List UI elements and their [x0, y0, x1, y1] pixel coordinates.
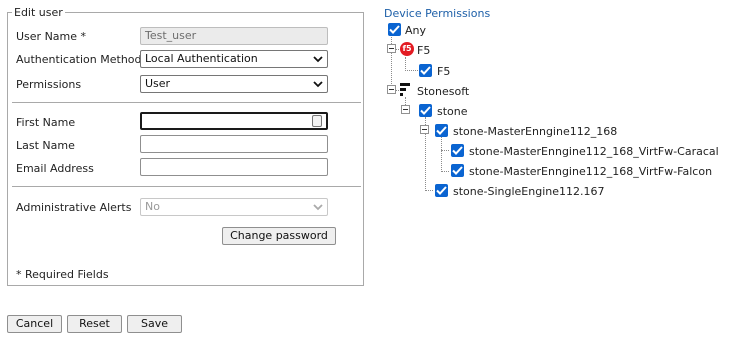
first-name-field[interactable] — [140, 112, 328, 130]
auth-method-value: Local Authentication — [145, 52, 258, 65]
email-field[interactable] — [140, 158, 328, 176]
email-label: Email Address — [16, 162, 94, 175]
required-note: * Required Fields — [16, 268, 109, 281]
chevron-down-icon — [313, 204, 323, 211]
tree-label-f5-group: F5 — [417, 44, 431, 57]
chevron-down-icon — [313, 81, 323, 88]
auth-method-label: Authentication Method — [16, 53, 142, 66]
f5-logo-icon: f5 — [400, 42, 414, 56]
admin-alerts-label: Administrative Alerts — [16, 201, 132, 214]
check-icon — [436, 186, 447, 195]
reset-button[interactable]: Reset — [67, 315, 122, 333]
check-icon — [420, 66, 431, 75]
permissions-select[interactable]: User — [140, 75, 328, 93]
stonesoft-logo-icon — [400, 83, 412, 97]
single-engine-checkbox[interactable] — [435, 184, 448, 197]
first-name-label: First Name — [16, 116, 76, 129]
tree-connector — [405, 70, 418, 71]
check-icon — [420, 106, 431, 115]
cancel-button[interactable]: Cancel — [7, 315, 62, 333]
check-icon — [452, 146, 463, 155]
virt-caracal-checkbox[interactable] — [451, 144, 464, 157]
tree-label-stonesoft: Stonesoft — [417, 85, 470, 98]
last-name-label: Last Name — [16, 139, 75, 152]
tree-label-virt-falcon: stone-MasterEnngine112_168_VirtFw-Falcon — [469, 165, 713, 178]
username-label: User Name * — [16, 30, 87, 43]
tree-label-any: Any — [405, 24, 427, 37]
fieldset-legend: Edit user — [12, 6, 65, 19]
permissions-value: User — [145, 77, 171, 90]
virt-falcon-checkbox[interactable] — [451, 164, 464, 177]
permissions-label: Permissions — [16, 78, 82, 91]
divider — [12, 186, 361, 187]
collapse-toggle-icon[interactable] — [401, 105, 410, 114]
tree-label-stone: stone — [437, 105, 468, 118]
save-button[interactable]: Save — [127, 315, 182, 333]
collapse-toggle-icon[interactable] — [420, 125, 429, 134]
collapse-toggle-icon[interactable] — [387, 85, 396, 94]
f5-device-checkbox[interactable] — [419, 64, 432, 77]
username-field: Test_user — [140, 27, 328, 45]
change-password-button[interactable]: Change password — [222, 227, 336, 245]
stone-checkbox[interactable] — [419, 104, 432, 117]
master-engine-checkbox[interactable] — [435, 124, 448, 137]
device-permissions-title: Device Permissions — [384, 7, 491, 20]
edit-user-fieldset: Edit user User Name * Test_user Authenti… — [7, 6, 364, 286]
tree-connector — [405, 57, 406, 71]
check-icon — [452, 166, 463, 175]
collapse-toggle-icon[interactable] — [387, 44, 396, 53]
last-name-field[interactable] — [140, 135, 328, 153]
admin-alerts-select: No — [140, 198, 328, 216]
tree-label-single-engine: stone-SingleEngine112.167 — [453, 185, 605, 198]
chevron-down-icon — [313, 56, 323, 63]
tree-connector — [425, 190, 433, 191]
any-checkbox[interactable] — [388, 23, 401, 36]
tree-label-f5-device: F5 — [437, 65, 451, 78]
check-icon — [389, 25, 400, 34]
tree-label-virt-caracal: stone-MasterEnngine112_168_VirtFw-Caraca… — [469, 145, 719, 158]
admin-alerts-value: No — [145, 200, 160, 213]
auth-method-select[interactable]: Local Authentication — [140, 50, 328, 68]
divider — [12, 102, 361, 103]
tree-connector — [441, 137, 442, 172]
password-manager-icon[interactable] — [312, 115, 322, 127]
tree-connector — [441, 171, 449, 172]
check-icon — [436, 126, 447, 135]
tree-label-master-engine: stone-MasterEnngine112_168 — [453, 125, 618, 138]
tree-connector — [441, 150, 449, 151]
